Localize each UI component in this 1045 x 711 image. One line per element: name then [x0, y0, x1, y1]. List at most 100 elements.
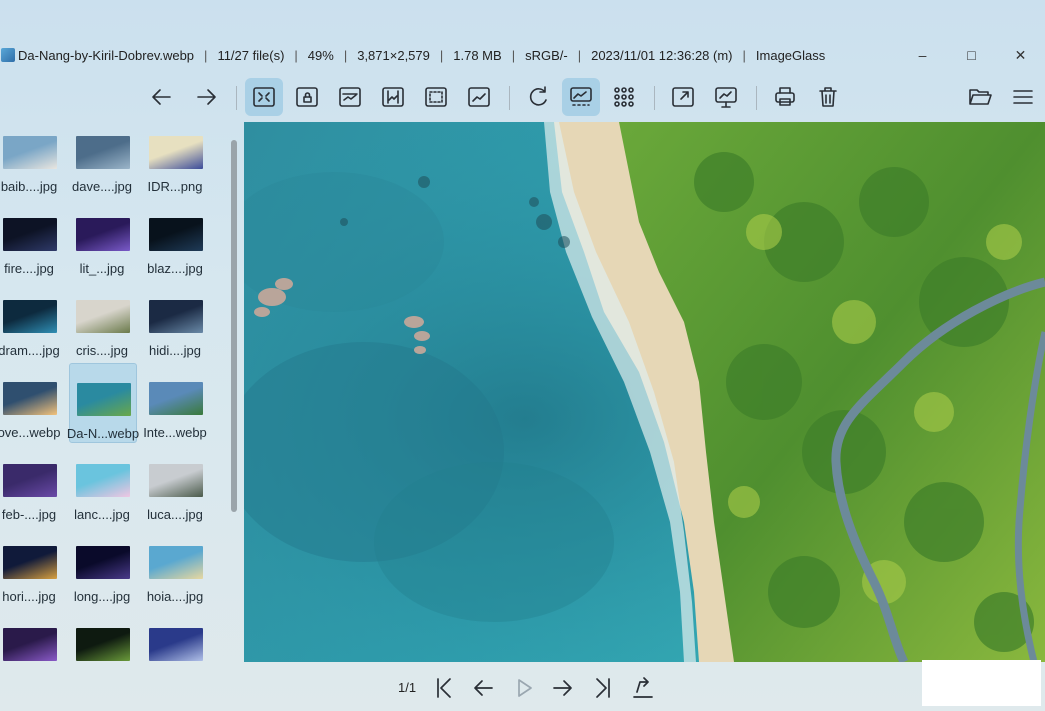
thumbnail-label: IDR...png: [147, 179, 203, 194]
scale-to-height-icon: [382, 87, 404, 107]
thumbnail-image: [76, 464, 130, 497]
blank-overlay: [922, 660, 1041, 706]
thumbnail-item[interactable]: lanc....jpg: [69, 450, 135, 522]
thumbnail-label: lit_...jpg: [79, 261, 125, 276]
print-icon: [775, 87, 795, 106]
thumbnail-item[interactable]: dave....jpg: [69, 122, 135, 194]
thumbnail-label: hoia....jpg: [146, 589, 204, 604]
title-datetime: 2023/11/01 12:36:28 (m): [591, 47, 733, 63]
close-button[interactable]: ✕: [996, 42, 1045, 68]
title-dimensions: 3,871×2,579: [357, 47, 430, 63]
thumbnail-item[interactable]: ove...webp: [0, 368, 62, 440]
thumbnail-item[interactable]: luca....jpg: [142, 450, 208, 522]
zoom-fit-button[interactable]: [245, 78, 283, 116]
thumbnail-item[interactable]: hidi....jpg: [142, 286, 208, 358]
minimize-button[interactable]: –: [898, 42, 947, 68]
thumbnail-item[interactable]: long....jpg: [69, 532, 135, 604]
open-folder-button[interactable]: [961, 78, 999, 116]
title-filesize: 1.78 MB: [453, 47, 502, 63]
title-separator: |: [439, 47, 444, 63]
thumbnail-image: [3, 300, 57, 333]
thumbnail-item[interactable]: [142, 614, 208, 662]
thumbnail-item[interactable]: feb-....jpg: [0, 450, 62, 522]
thumbnail-image: [76, 218, 130, 251]
scale-to-height-button[interactable]: [374, 78, 412, 116]
gallery-button[interactable]: [562, 78, 600, 116]
play-button[interactable]: [508, 672, 540, 704]
thumbnail-label: cris....jpg: [75, 343, 128, 358]
thumbnail-image: [149, 382, 203, 415]
delete-button[interactable]: [809, 78, 847, 116]
thumbnail-image: [149, 464, 203, 497]
thumbnail-label: blaz....jpg: [147, 261, 203, 276]
zoom-lock-button[interactable]: [288, 78, 326, 116]
thumbnail-label: Da-N...webp: [66, 426, 140, 441]
thumbnail-label: baib....jpg: [0, 179, 58, 194]
thumbnail-image: [3, 218, 57, 251]
slideshow-button[interactable]: [707, 78, 745, 116]
thumbnail-image: [149, 136, 203, 169]
thumbnail-item[interactable]: blaz....jpg: [142, 204, 208, 276]
thumbnail-image: [3, 546, 57, 579]
thumbnail-image: [149, 546, 203, 579]
menu-button[interactable]: [1004, 78, 1042, 116]
thumbnail-item[interactable]: baib....jpg: [0, 122, 62, 194]
next-image-button[interactable]: [547, 672, 579, 704]
menu-icon: [1013, 90, 1033, 104]
export-icon: [633, 677, 653, 698]
forward-button[interactable]: [187, 78, 225, 116]
thumbnail-item[interactable]: dram....jpg: [0, 286, 62, 358]
refresh-icon: [529, 86, 547, 106]
scale-to-fill-icon: [425, 87, 447, 107]
last-image-button[interactable]: [587, 672, 619, 704]
grid-icon: [614, 87, 634, 107]
thumbnail-item[interactable]: Inte...webp: [142, 368, 208, 440]
thumbnail-item[interactable]: cris....jpg: [69, 286, 135, 358]
scale-to-width-button[interactable]: [331, 78, 369, 116]
thumbnail-item[interactable]: Da-N...webp: [67, 363, 139, 443]
auto-zoom-button[interactable]: [460, 78, 498, 116]
forward-arrow-icon: [197, 89, 216, 105]
thumbnail-item[interactable]: fire....jpg: [0, 204, 62, 276]
thumbnail-item[interactable]: lit_...jpg: [69, 204, 135, 276]
window-controls: – □ ✕: [898, 42, 1045, 68]
thumbnail-label: ove...webp: [0, 425, 61, 440]
thumbnail-label: Inte...webp: [143, 425, 207, 440]
thumbnail-image: [149, 218, 203, 251]
first-image-button[interactable]: [428, 672, 460, 704]
print-button[interactable]: [766, 78, 804, 116]
back-button[interactable]: [143, 78, 181, 116]
thumbnail-item[interactable]: [69, 614, 135, 662]
thumbnail-item[interactable]: hoia....jpg: [142, 532, 208, 604]
scale-to-width-icon: [339, 87, 361, 107]
gallery-scrollbar[interactable]: [231, 140, 237, 512]
page-counter: 1/1: [398, 680, 417, 695]
thumbnail-label: feb-....jpg: [1, 507, 57, 522]
image-viewer[interactable]: [244, 122, 1045, 662]
maximize-button[interactable]: □: [947, 42, 996, 68]
main-image: [244, 122, 1045, 662]
thumbnail-image: [76, 136, 130, 169]
title-separator: |: [343, 47, 348, 63]
prev-image-button[interactable]: [467, 672, 499, 704]
thumbnail-item[interactable]: hori....jpg: [0, 532, 62, 604]
scale-to-fill-button[interactable]: [417, 78, 455, 116]
grid-button[interactable]: [605, 78, 643, 116]
title-color-profile: sRGB/-: [525, 47, 568, 63]
thumbnail-image: [3, 382, 57, 415]
export-button[interactable]: [627, 672, 659, 704]
title-separator: |: [204, 47, 208, 63]
title-bar: Da-Nang-by-Kiril-Dobrev.webp | 11/27 fil…: [0, 42, 1045, 68]
auto-zoom-icon: [468, 87, 490, 107]
refresh-button[interactable]: [519, 78, 557, 116]
fullscreen-icon: [672, 87, 694, 107]
play-icon: [518, 679, 532, 697]
thumbnail-label: dave....jpg: [72, 179, 132, 194]
thumbnail-label: hori....jpg: [2, 589, 56, 604]
fullscreen-button[interactable]: [664, 78, 702, 116]
title-separator: |: [742, 47, 746, 63]
thumbnail-item[interactable]: [0, 614, 62, 662]
gallery-icon: [570, 87, 592, 106]
thumbnail-item[interactable]: IDR...png: [142, 122, 208, 194]
title-separator: |: [577, 47, 582, 63]
